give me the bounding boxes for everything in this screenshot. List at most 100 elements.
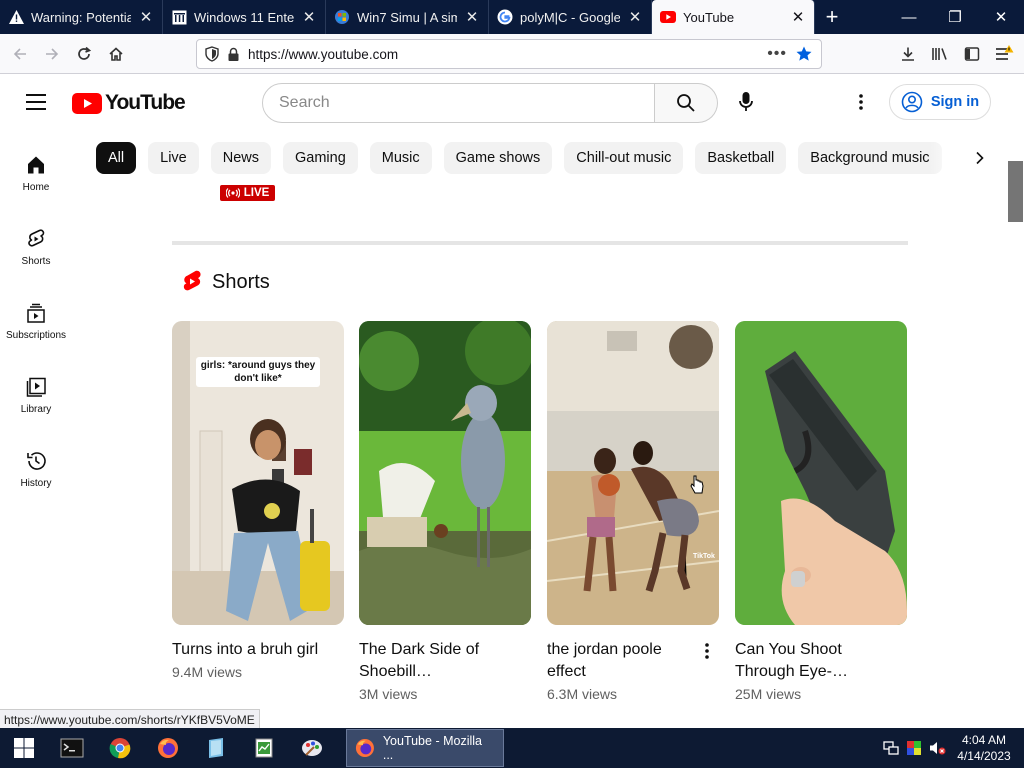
downloads-button[interactable] [892, 38, 924, 70]
chip-live[interactable]: Live [148, 142, 199, 174]
minimize-button[interactable]: — [886, 0, 932, 34]
shorts-title: Shorts [212, 270, 270, 293]
page-actions-icon[interactable]: ••• [767, 45, 787, 63]
volume-muted-icon[interactable] [928, 740, 946, 756]
browser-tab-youtube[interactable]: YouTube ✕ [652, 0, 815, 34]
sidebar-item-home[interactable]: Home [0, 138, 72, 208]
youtube-logo[interactable]: YouTube [72, 91, 186, 115]
taskbar-terminal[interactable] [48, 728, 96, 768]
short-views: 9.4M views [172, 664, 243, 680]
close-tab-icon[interactable]: ✕ [464, 8, 480, 26]
taskbar-task-firefox[interactable]: YouTube - Mozilla ... [346, 729, 504, 767]
app-menu-button[interactable] [988, 38, 1020, 70]
short-thumbnail[interactable]: TikTok [547, 321, 719, 625]
taskbar-clock[interactable]: 4:04 AM 4/14/2023 [952, 732, 1016, 764]
guide-menu-icon[interactable] [26, 94, 46, 110]
short-title[interactable]: Turns into a bruh girl [172, 639, 322, 661]
short-thumbnail[interactable] [735, 321, 907, 625]
restore-button[interactable]: ❐ [932, 0, 978, 34]
firefox-icon [355, 738, 374, 758]
url-text: https://www.youtube.com [248, 46, 399, 62]
browser-tab-warning[interactable]: Warning: Potential ✕ [0, 0, 163, 34]
new-tab-button[interactable]: + [815, 0, 849, 34]
sign-in-button[interactable]: Sign in [889, 84, 991, 120]
chip-game-shows[interactable]: Game shows [443, 142, 553, 174]
taskbar-firefox[interactable] [144, 728, 192, 768]
taskbar-app-paint[interactable] [288, 728, 336, 768]
short-title[interactable]: The Dark Side of Shoebill… [359, 639, 509, 683]
start-button[interactable] [0, 728, 48, 768]
short-thumbnail[interactable]: girls: *around guys they don't like* [172, 321, 344, 625]
close-tab-icon[interactable]: ✕ [138, 8, 154, 26]
short-card[interactable]: TikTok the jordan poole effect 6.3M view… [547, 321, 719, 702]
chip-news[interactable]: News [210, 142, 271, 174]
short-card[interactable]: The Dark Side of Shoebill… 3M views [359, 321, 531, 702]
close-tab-icon[interactable]: ✕ [790, 8, 806, 26]
settings-menu-button[interactable] [848, 89, 874, 115]
bookmark-star-icon[interactable] [795, 45, 813, 63]
filter-chips: All Live News Gaming Music Game shows Ch… [96, 142, 942, 174]
chips-next-button[interactable] [964, 142, 996, 174]
short-action-menu-button[interactable] [699, 639, 715, 663]
shorts-icon [28, 229, 45, 247]
short-card[interactable]: Can You Shoot Through Eye-… 25M views [735, 321, 907, 702]
library-icon [932, 48, 947, 60]
more-vertical-icon [859, 94, 863, 110]
short-views: 3M views [359, 686, 418, 702]
address-bar[interactable]: https://www.youtube.com ••• [196, 39, 822, 69]
chip-background-music[interactable]: Background music [798, 142, 942, 174]
short-title[interactable]: Can You Shoot Through Eye-… [735, 639, 885, 683]
library-button[interactable] [924, 38, 956, 70]
shield-icon [205, 46, 219, 62]
chip-music[interactable]: Music [369, 142, 432, 174]
chip-gaming[interactable]: Gaming [283, 142, 358, 174]
close-window-button[interactable]: ✕ [978, 0, 1024, 34]
taskbar-app-green[interactable] [240, 728, 288, 768]
microphone-icon [739, 92, 753, 111]
home-button[interactable] [100, 38, 132, 70]
short-card[interactable]: girls: *around guys they don't like* Tur… [172, 321, 344, 680]
chip-chill-out-music[interactable]: Chill-out music [564, 142, 684, 174]
reload-button[interactable] [68, 38, 100, 70]
sidebar-toggle-button[interactable] [956, 38, 988, 70]
screen: Warning: Potential ✕ Windows 11 Enterp ✕… [0, 0, 1024, 768]
scrollbar-thumb[interactable] [1008, 161, 1023, 222]
search-input[interactable]: Search [262, 83, 655, 123]
windows-logo-icon [14, 738, 34, 758]
browser-tab-google[interactable]: polyM|C - Google S ✕ [489, 0, 652, 34]
youtube-icon [660, 9, 676, 25]
voice-search-button[interactable] [733, 89, 759, 115]
chip-basketball[interactable]: Basketball [695, 142, 787, 174]
mouse-cursor-icon [690, 475, 704, 494]
sidebar-item-library[interactable]: Library [0, 360, 72, 430]
sign-in-label: Sign in [930, 94, 980, 110]
win7-icon [334, 9, 350, 25]
short-thumbnail[interactable] [359, 321, 531, 625]
back-button[interactable] [4, 38, 36, 70]
tab-title: polyM|C - Google S [520, 9, 620, 25]
tiktok-watermark: TikTok [693, 553, 715, 560]
shorts-shelf-header: Shorts [182, 270, 270, 294]
browser-tab-win7simu[interactable]: Win7 Simu | A simu ✕ [326, 0, 489, 34]
browser-tab-windows11[interactable]: Windows 11 Enterp ✕ [163, 0, 326, 34]
search-button[interactable] [655, 83, 718, 123]
sidebar-item-subscriptions[interactable]: Subscriptions [0, 286, 72, 356]
sidebar-item-label: History [20, 478, 52, 489]
chip-all[interactable]: All [96, 142, 137, 174]
sidebar-item-history[interactable]: History [0, 434, 72, 504]
taskbar-app-blue[interactable] [192, 728, 240, 768]
taskbar-chrome[interactable] [96, 728, 144, 768]
archive-icon [171, 9, 187, 25]
sidebar-item-label: Library [20, 404, 52, 415]
close-tab-icon[interactable]: ✕ [301, 8, 317, 26]
color-app-icon[interactable] [906, 740, 922, 756]
short-title[interactable]: the jordan poole effect [547, 639, 697, 683]
live-badge-label: LIVE [243, 187, 270, 199]
network-icon[interactable] [882, 740, 900, 756]
close-tab-icon[interactable]: ✕ [627, 8, 643, 26]
hamburger-menu-icon [996, 45, 1014, 60]
youtube-play-icon [72, 92, 102, 114]
forward-button[interactable] [36, 38, 68, 70]
sidebar-item-label: Subscriptions [5, 330, 67, 341]
sidebar-item-shorts[interactable]: Shorts [0, 212, 72, 282]
